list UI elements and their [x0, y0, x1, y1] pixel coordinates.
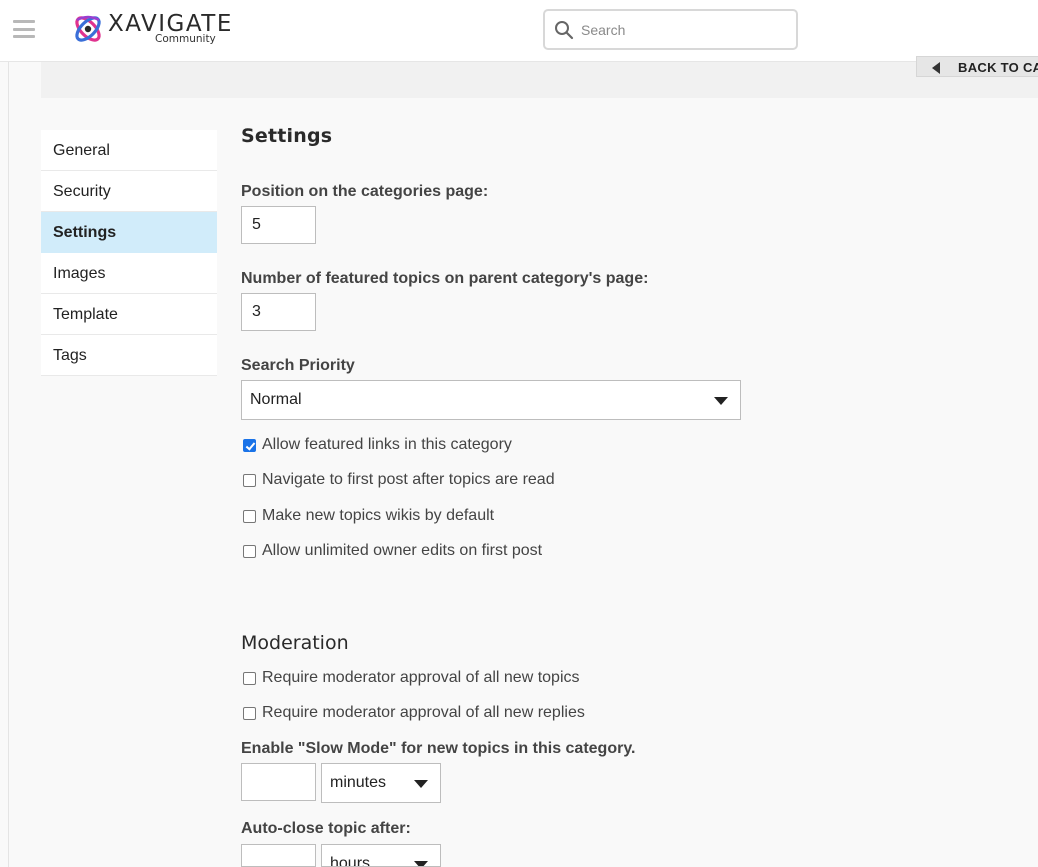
search-input[interactable] — [581, 19, 781, 41]
checkbox-label: Allow featured links in this category — [262, 436, 512, 453]
nav-item-security[interactable]: Security — [41, 171, 217, 212]
slow-mode-unit-select[interactable]: minutes — [321, 763, 441, 803]
slow-mode-unit-value: minutes — [330, 774, 387, 791]
checkbox-label: Allow unlimited owner edits on first pos… — [262, 542, 543, 559]
nav-item-images[interactable]: Images — [41, 253, 217, 294]
hamburger-menu-icon[interactable] — [13, 20, 35, 38]
nav-item-settings[interactable]: Settings — [41, 212, 217, 253]
checkbox-unchecked[interactable] — [243, 672, 256, 685]
search-box[interactable] — [543, 9, 798, 50]
auto-close-unit-value: hours — [330, 855, 371, 867]
checkbox-unchecked[interactable] — [243, 510, 256, 523]
caret-left-icon — [932, 62, 940, 74]
brand-subtitle: Community — [155, 33, 216, 45]
slow-mode-input[interactable] — [241, 763, 316, 801]
position-input[interactable] — [241, 206, 316, 244]
auto-close-unit-select[interactable]: hours — [321, 844, 441, 867]
xavigate-logo-icon[interactable] — [71, 12, 105, 46]
checkbox-label: Make new topics wikis by default — [262, 507, 495, 524]
category-settings-nav: General Security Settings Images Templat… — [41, 130, 217, 376]
auto-close-input[interactable] — [241, 844, 316, 867]
position-label: Position on the categories page: — [241, 183, 489, 200]
chevron-down-icon — [414, 861, 428, 866]
slow-mode-label: Enable "Slow Mode" for new topics in thi… — [241, 740, 636, 757]
featured-topics-input[interactable] — [241, 293, 316, 331]
settings-title: Settings — [241, 125, 333, 147]
search-priority-label: Search Priority — [241, 357, 355, 374]
checkbox-label: Require moderator approval of all new to… — [262, 669, 580, 686]
back-to-category-button[interactable]: BACK TO CATEGORY — [916, 56, 1038, 77]
moderation-title: Moderation — [241, 632, 349, 654]
chevron-down-icon — [714, 397, 728, 405]
search-priority-value: Normal — [250, 391, 302, 408]
featured-topics-label: Number of featured topics on parent cate… — [241, 270, 649, 287]
chevron-down-icon — [414, 780, 428, 788]
checkbox-unchecked[interactable] — [243, 545, 256, 558]
checkbox-label: Navigate to first post after topics are … — [262, 471, 555, 488]
nav-item-template[interactable]: Template — [41, 294, 217, 335]
nav-item-general[interactable]: General — [41, 130, 217, 171]
search-priority-select[interactable]: Normal — [241, 380, 741, 420]
search-icon — [555, 21, 574, 40]
left-divider — [8, 62, 9, 867]
checkbox-checked[interactable] — [243, 439, 256, 452]
category-header-band — [41, 62, 1038, 98]
nav-item-tags[interactable]: Tags — [41, 335, 217, 376]
checkbox-label: Require moderator approval of all new re… — [262, 704, 585, 721]
top-header: XAVIGATE Community — [0, 0, 1038, 62]
auto-close-label: Auto-close topic after: — [241, 820, 411, 837]
checkbox-unchecked[interactable] — [243, 707, 256, 720]
checkbox-unchecked[interactable] — [243, 474, 256, 487]
back-button-label: BACK TO CATEGORY — [958, 60, 1038, 75]
